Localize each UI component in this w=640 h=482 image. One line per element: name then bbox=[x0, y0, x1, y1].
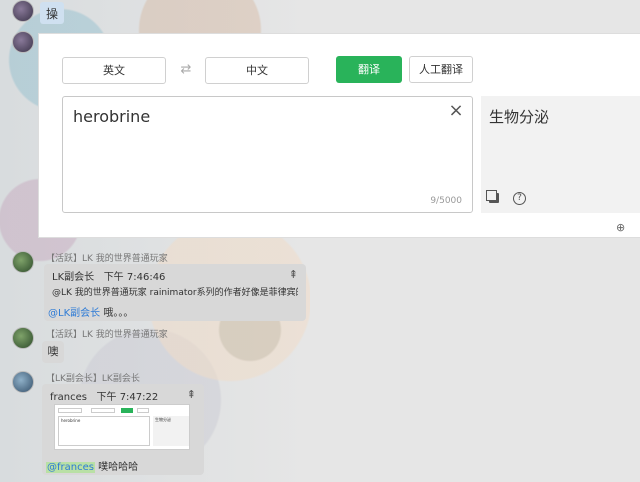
quote-time: 下午 7:47:22 bbox=[96, 392, 159, 403]
message-bubble: frances 下午 7:47:22 ⇞ herobrine 生物分泌 @fra… bbox=[42, 384, 204, 475]
message-text: 噗哈哈哈 bbox=[94, 462, 139, 473]
source-text-input[interactable]: herobrine × 9/5000 bbox=[62, 96, 473, 213]
sender-name: 【活跃】LK 我的世界普通玩家 bbox=[46, 330, 168, 340]
message-bubble: LK副会长 下午 7:46:46 @LK 我的世界普通玩家 rainimator… bbox=[44, 264, 306, 321]
translator-panel: 英文 ⇄ 中文 翻译 人工翻译 herobrine × 9/5000 生物分泌 … bbox=[38, 33, 640, 238]
jump-to-quote-icon[interactable]: ⇞ bbox=[289, 268, 298, 281]
translation-result: 生物分泌 ? bbox=[481, 96, 640, 213]
source-text: herobrine bbox=[73, 107, 151, 126]
sender-name: 【活跃】LK 我的世界普通玩家 bbox=[46, 254, 168, 264]
thumbnail-source-text: herobrine bbox=[61, 418, 81, 423]
help-icon[interactable]: ? bbox=[513, 192, 526, 205]
copy-icon[interactable] bbox=[486, 190, 499, 203]
avatar[interactable] bbox=[12, 31, 34, 53]
translate-button[interactable]: 翻译 bbox=[336, 56, 402, 83]
message-bubble: 操 bbox=[40, 2, 65, 24]
source-language-button[interactable]: 英文 bbox=[62, 57, 166, 84]
human-translate-button[interactable]: 人工翻译 bbox=[409, 56, 473, 83]
result-text: 生物分泌 bbox=[489, 108, 550, 126]
mention-link[interactable]: @LK副会长 bbox=[48, 308, 100, 319]
avatar[interactable] bbox=[12, 371, 34, 393]
thumbnail-result-text: 生物分泌 bbox=[155, 417, 171, 422]
quote-body: @LK 我的世界普通玩家 rainimator系列的作者好像是菲律宾的 bbox=[52, 288, 298, 298]
screenshot-thumbnail[interactable]: herobrine 生物分泌 bbox=[54, 404, 190, 450]
sender-name: 【LK副会长】LK副会长 bbox=[46, 374, 140, 384]
quoted-message[interactable]: LK副会长 下午 7:46:46 @LK 我的世界普通玩家 rainimator… bbox=[52, 268, 298, 302]
jump-to-quote-icon[interactable]: ⇞ bbox=[187, 388, 196, 401]
avatar[interactable] bbox=[12, 0, 34, 22]
avatar[interactable] bbox=[12, 327, 34, 349]
target-language-button[interactable]: 中文 bbox=[205, 57, 309, 84]
swap-languages-icon[interactable]: ⇄ bbox=[178, 62, 194, 78]
quote-author: frances bbox=[50, 392, 87, 403]
message-text: 哦。。。 bbox=[100, 308, 134, 319]
avatar[interactable] bbox=[12, 251, 34, 273]
zoom-icon[interactable]: ⊕ bbox=[616, 222, 628, 234]
char-count: 9/5000 bbox=[430, 196, 462, 206]
quote-time: 下午 7:46:46 bbox=[103, 272, 166, 283]
close-icon[interactable]: × bbox=[448, 102, 464, 120]
quote-author: LK副会长 bbox=[52, 272, 95, 283]
mention-link[interactable]: @frances bbox=[46, 462, 95, 473]
message-bubble: 噢 bbox=[42, 341, 64, 363]
